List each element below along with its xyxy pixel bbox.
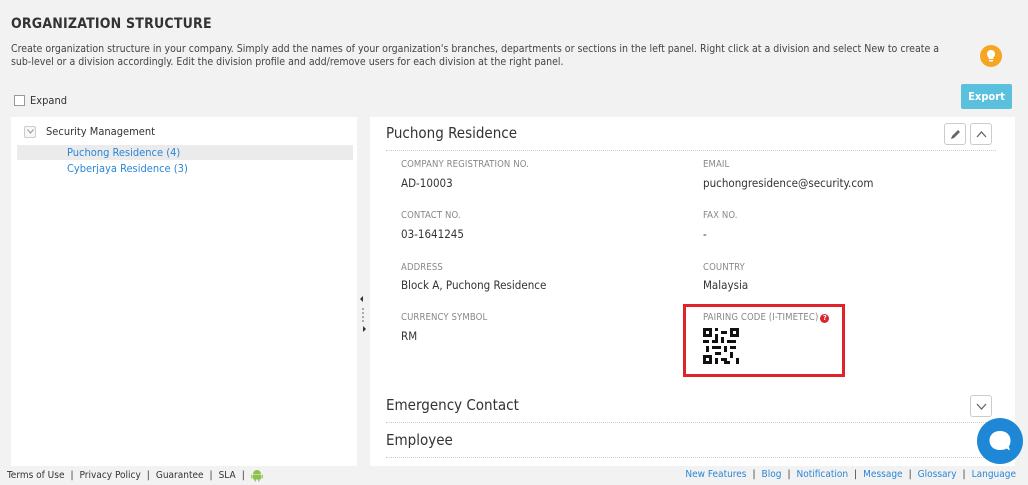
footer-link-language[interactable]: Language [972,469,1016,480]
help-icon[interactable]: ? [820,314,830,323]
division-detail-panel: Puchong Residence COMPANY REGISTRATION N… [370,117,1015,466]
separator: | [908,469,912,480]
fax-label: FAX NO. [703,210,738,221]
separator: | [962,469,966,480]
divider [386,422,996,423]
expand-label: Expand [30,94,68,107]
lightbulb-icon[interactable] [980,45,1002,67]
footer-link-blog[interactable]: Blog [762,469,782,480]
footer-left-links: Terms of Use | Privacy Policy | Guarante… [7,469,263,482]
pencil-icon [950,129,960,139]
android-icon[interactable] [250,469,263,482]
tree-node-puchong[interactable]: Puchong Residence (4) [17,145,353,160]
separator: | [241,470,245,481]
divider [386,457,996,458]
address-label: ADDRESS [401,262,443,273]
separator: | [787,469,791,480]
footer-link-glossary[interactable]: Glossary [918,469,957,480]
fax-value: - [703,227,707,241]
separator: | [209,470,213,481]
footer-link-new-features[interactable]: New Features [685,469,746,480]
tree-node-label: Security Management [46,125,155,138]
expand-toggle[interactable]: Expand [14,94,67,107]
separator: | [854,469,858,480]
qr-code-icon [703,328,739,364]
division-title: Puchong Residence [386,124,518,142]
pairing-code-label: PAIRING CODE (I-TIMETEC)? [703,312,830,323]
pairing-code-label-text: PAIRING CODE (I-TIMETEC) [703,312,819,323]
export-button[interactable]: Export [961,84,1012,109]
separator: | [752,469,756,480]
contact-value: 03-1641245 [401,227,464,241]
org-tree-panel: Security Management Puchong Residence (4… [11,117,357,466]
email-value: puchongresidence@security.com [703,176,874,190]
panel-splitter[interactable] [359,296,367,336]
contact-label: CONTACT NO. [401,210,461,221]
section-emergency-contact: Emergency Contact [386,396,519,414]
page-description: Create organization structure in your co… [11,43,940,68]
chevron-down-icon[interactable] [24,125,36,138]
country-label: COUNTRY [703,262,745,273]
company-reg-value: AD-10003 [401,176,453,190]
footer-link-privacy[interactable]: Privacy Policy [80,470,141,481]
tree-node-cyberjaya[interactable]: Cyberjaya Residence (3) [67,162,188,175]
currency-label: CURRENCY SYMBOL [401,312,488,323]
divider [386,150,996,151]
section-employee: Employee [386,431,453,449]
footer-link-sla[interactable]: SLA [219,470,236,481]
address-value: Block A, Puchong Residence [401,278,547,292]
email-label: EMAIL [703,159,730,170]
separator: | [70,470,74,481]
chevron-down-icon [976,403,986,410]
separator: | [146,470,150,481]
country-value: Malaysia [703,278,749,292]
chevron-up-icon [976,130,986,137]
edit-button[interactable] [944,123,966,145]
expand-checkbox[interactable] [14,95,25,106]
currency-value: RM [401,329,418,343]
tree-node-root[interactable]: Security Management [24,125,155,138]
footer-right-links: New Features | Blog | Notification | Mes… [685,469,1016,480]
chat-icon[interactable] [977,418,1023,464]
expand-emergency-button[interactable] [970,395,992,417]
page-title: ORGANIZATION STRUCTURE [11,16,212,32]
footer-link-message[interactable]: Message [863,469,902,480]
footer-link-terms[interactable]: Terms of Use [7,470,65,481]
footer-link-notification[interactable]: Notification [796,469,848,480]
collapse-button[interactable] [970,123,992,145]
company-reg-label: COMPANY REGISTRATION NO. [401,159,529,170]
footer-link-guarantee[interactable]: Guarantee [156,470,204,481]
